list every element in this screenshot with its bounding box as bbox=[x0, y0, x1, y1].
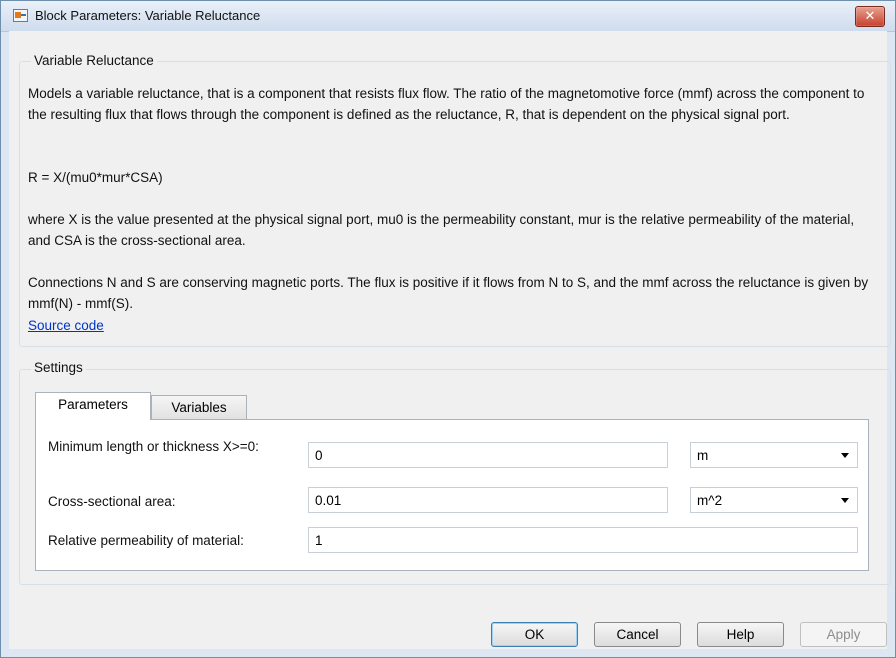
chevron-down-icon bbox=[841, 498, 849, 503]
min-length-unit-select[interactable]: m bbox=[690, 442, 858, 468]
tab-parameters[interactable]: Parameters bbox=[35, 392, 151, 420]
simulink-block-icon bbox=[13, 9, 28, 22]
tab-variables[interactable]: Variables bbox=[151, 395, 247, 420]
description-paragraph-2: where X is the value presented at the ph… bbox=[28, 212, 855, 248]
cross-section-unit: m^2 bbox=[697, 493, 723, 508]
title-bar[interactable]: Block Parameters: Variable Reluctance ✕ bbox=[1, 1, 895, 32]
ok-button[interactable]: OK bbox=[491, 622, 578, 647]
min-length-value: 0 bbox=[315, 448, 323, 463]
help-button[interactable]: Help bbox=[697, 622, 784, 647]
formula-text: R = X/(mu0*mur*CSA) bbox=[28, 170, 163, 185]
permeability-input[interactable]: 1 bbox=[308, 527, 858, 553]
description-paragraph-3: Connections N and S are conserving magne… bbox=[28, 275, 869, 311]
description-paragraph-1: Models a variable reluctance, that is a … bbox=[28, 86, 865, 122]
permeability-value: 1 bbox=[315, 533, 323, 548]
source-code-link[interactable]: Source code bbox=[28, 318, 104, 333]
window-title: Block Parameters: Variable Reluctance bbox=[35, 8, 261, 23]
cross-section-value: 0.01 bbox=[315, 493, 342, 508]
cross-section-input[interactable]: 0.01 bbox=[308, 487, 668, 513]
min-length-input[interactable]: 0 bbox=[308, 442, 668, 468]
cancel-button[interactable]: Cancel bbox=[594, 622, 681, 647]
dialog-window: Block Parameters: Variable Reluctance ✕ … bbox=[0, 0, 896, 658]
param-label-cross-section: Cross-sectional area: bbox=[48, 494, 176, 509]
min-length-unit: m bbox=[697, 448, 709, 463]
param-label-min-length: Minimum length or thickness X>=0: bbox=[48, 439, 259, 454]
settings-group-title: Settings bbox=[31, 360, 86, 375]
close-icon: ✕ bbox=[864, 8, 876, 23]
cross-section-unit-select[interactable]: m^2 bbox=[690, 487, 858, 513]
close-button[interactable]: ✕ bbox=[855, 6, 885, 27]
parameters-panel: Minimum length or thickness X>=0: 0 m Cr… bbox=[35, 419, 869, 571]
description-group-title: Variable Reluctance bbox=[31, 53, 157, 68]
chevron-down-icon bbox=[841, 453, 849, 458]
param-label-permeability: Relative permeability of material: bbox=[48, 533, 244, 548]
apply-button: Apply bbox=[800, 622, 887, 647]
